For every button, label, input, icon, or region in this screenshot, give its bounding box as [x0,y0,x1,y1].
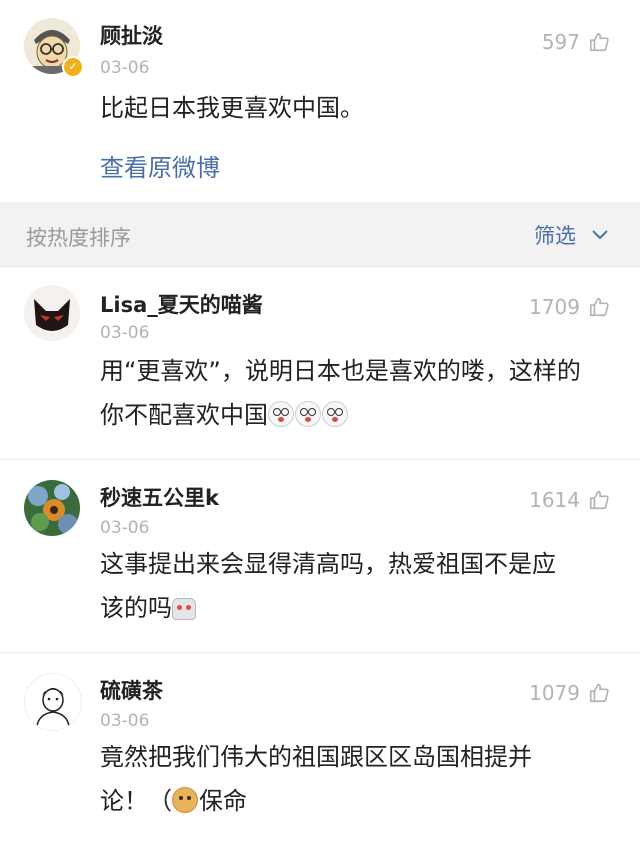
comment-text-line: 这事提出来会显得清高吗，热爱祖国不是应 [100,550,556,578]
comment-time: 03-06 [100,323,150,343]
thumb-up-icon [589,683,609,703]
comment-like-button[interactable]: 1709 [529,295,610,319]
comment-like-count: 1079 [529,681,580,705]
commenter-name[interactable]: Lisa_夏天的喵酱 [100,289,263,319]
filter-label: 筛选 [534,224,576,248]
filter-button[interactable]: 筛选 [534,220,610,250]
commenter-avatar[interactable] [24,285,80,341]
dizzy-face-emoji [295,401,321,427]
sort-bar: 按热度排序 筛选 [0,202,640,267]
comment-text-segment: 你不配喜欢中国 [100,401,268,429]
comment-like-button[interactable]: 1614 [529,488,610,512]
view-original-link[interactable]: 查看原微博 [100,148,220,183]
comment-text-segment: 保命 [199,787,247,815]
post-like-button[interactable]: 597 [542,30,610,54]
comment-text-segment: 论！（ [100,787,172,815]
robot-emoji [172,598,196,620]
original-post: ✓ 顾扯淡 03-06 597 比起日本我更喜欢中国。 查看原微博 [0,0,640,202]
dizzy-face-emoji [322,401,348,427]
doge-emoji [172,787,198,813]
post-text: 比起日本我更喜欢中国。 [100,94,364,122]
comment-like-button[interactable]: 1079 [529,681,610,705]
comment-text-segment: 该的吗 [100,594,172,622]
commenter-avatar[interactable] [24,673,82,731]
comment-text: 竟然把我们伟大的祖国跟区区岛国相提并 论！（ 保命 [100,735,618,823]
comment-text: 这事提出来会显得清高吗，热爱祖国不是应 该的吗 [100,542,618,630]
comment-text-line: 论！（ 保命 [100,779,618,823]
sort-by-hot-label[interactable]: 按热度排序 [26,222,131,252]
comment-time: 03-06 [100,518,150,538]
dizzy-face-emoji [268,401,294,427]
chevron-down-icon [592,230,608,240]
comment-item: 秒速五公里k 03-06 1614 这事提出来会显得清高吗，热爱祖国不是应 该的… [0,460,640,653]
thumb-up-icon [589,32,609,52]
comment-time: 03-06 [100,711,150,731]
comment-like-count: 1709 [529,295,580,319]
comment-text-line: 用“更喜欢”，说明日本也是喜欢的喽，这样的 [100,357,581,385]
comment-like-count: 1614 [529,488,580,512]
post-like-count: 597 [541,30,580,54]
post-author-name[interactable]: 顾扯淡 [100,20,163,50]
comment-text: 用“更喜欢”，说明日本也是喜欢的喽，这样的 你不配喜欢中国 [100,349,618,437]
thumb-up-icon [589,490,609,510]
comment-text-line: 竟然把我们伟大的祖国跟区区岛国相提并 [100,743,532,771]
commenter-avatar[interactable] [24,480,80,536]
commenter-name[interactable]: 秒速五公里k [100,482,219,512]
commenter-name[interactable]: 硫磺茶 [100,675,163,705]
comment-item: 硫磺茶 03-06 1079 竟然把我们伟大的祖国跟区区岛国相提并 论！（ 保命 [0,653,640,845]
comment-item: Lisa_夏天的喵酱 03-06 1709 用“更喜欢”，说明日本也是喜欢的喽，… [0,267,640,460]
comment-text-line: 该的吗 [100,586,618,630]
comment-text-line: 你不配喜欢中国 [100,393,618,437]
post-time: 03-06 [100,58,150,78]
thumb-up-icon [589,297,609,317]
verified-badge-icon: ✓ [62,56,84,78]
